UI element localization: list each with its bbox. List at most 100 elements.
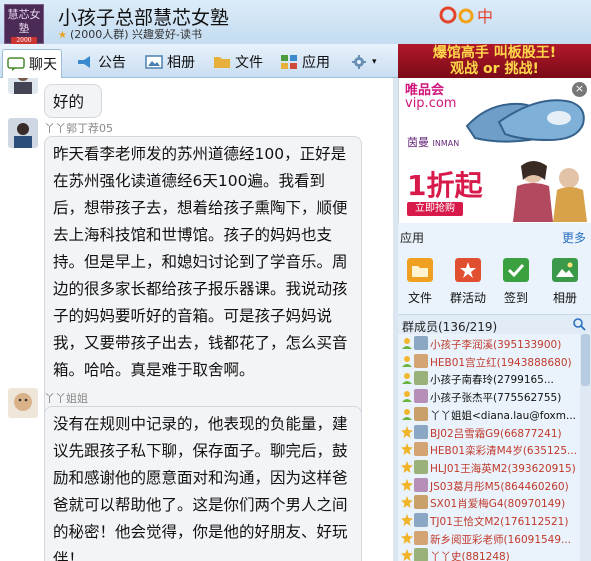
- admin-icon: [401, 355, 413, 367]
- group-avatar[interactable]: 慧芯女塾 2000: [4, 4, 44, 44]
- apps-title: 应用: [400, 231, 425, 245]
- vip-logo: 唯品会 vip.com: [405, 84, 456, 110]
- member-row[interactable]: 小孩子张杰平(775562755): [398, 388, 578, 405]
- qq-logo-icon: 中: [439, 6, 493, 26]
- member-row[interactable]: BJ02吕雪霜G9(66877241): [398, 424, 578, 441]
- member-name: 小孩子南春玲(2799165...: [430, 374, 554, 387]
- group-info: (2000人群) 兴趣爱好-读书: [69, 28, 203, 41]
- member-row[interactable]: 丫丫史(881248): [398, 547, 578, 561]
- avatar[interactable]: [8, 118, 38, 148]
- members-scrollbar[interactable]: [580, 334, 591, 561]
- tab-announcement[interactable]: 公告: [76, 50, 126, 74]
- event-app-icon: [455, 258, 481, 282]
- member-name: BJ02吕雪霜G9(66877241): [430, 427, 562, 440]
- star-icon: [401, 549, 413, 561]
- message-sender[interactable]: 丫丫郭丁荐05: [44, 120, 113, 136]
- tab-apps-label: 应用: [302, 55, 330, 71]
- top-ad-banner[interactable]: 爆馆高手 叫板股王! 观战 or 挑战!: [398, 44, 591, 78]
- group-avatar-text: 慧芯女塾: [7, 8, 41, 35]
- app-events-label: 群活动: [449, 291, 486, 305]
- star-icon: ★: [58, 30, 67, 41]
- member-avatar: [414, 477, 428, 492]
- member-avatar: [414, 336, 428, 350]
- admin-icon: [401, 408, 413, 420]
- member-name: 小孩子李润溪(395133900): [430, 339, 562, 351]
- app-album[interactable]: 相册: [540, 258, 590, 306]
- star-icon: [401, 531, 413, 544]
- members-header: 群成员(136/219): [398, 314, 591, 334]
- album-icon: [145, 55, 163, 69]
- tab-chat[interactable]: 聊天: [2, 49, 62, 78]
- member-avatar: [414, 406, 428, 421]
- tab-album[interactable]: 相册: [145, 50, 195, 74]
- folder-app-icon: [407, 258, 433, 282]
- member-avatar: [414, 495, 428, 510]
- member-avatar: [414, 530, 428, 545]
- tab-files[interactable]: 文件: [213, 50, 263, 74]
- shop-name-en: INMAN: [432, 139, 460, 148]
- settings-menu-button[interactable]: ▾: [350, 50, 377, 74]
- member-row[interactable]: SX01肖爱梅G4(80970149): [398, 494, 578, 511]
- star-icon: [401, 460, 413, 473]
- app-files-label: 文件: [407, 291, 432, 305]
- group-header: 慧芯女塾 2000 小孩子总部慧芯女塾 ★ (2000人群) 兴趣爱好-读书 中: [0, 0, 591, 44]
- admin-icon: [401, 372, 413, 385]
- member-row[interactable]: 小孩子李润溪(395133900): [398, 335, 578, 352]
- member-row[interactable]: HLJ01王海英M2(393620915): [398, 459, 578, 476]
- avatar[interactable]: [8, 78, 38, 94]
- member-row[interactable]: 小孩子南春玲(2799165...: [398, 370, 578, 387]
- member-row[interactable]: TJ01王恰文M2(176112521): [398, 512, 578, 529]
- member-avatar: [414, 389, 428, 404]
- member-row[interactable]: 丫丫姐姐<diana.lau@foxm...: [398, 406, 578, 423]
- member-row[interactable]: JS03葛月彤M5(864460260): [398, 477, 578, 494]
- member-row[interactable]: HEB01栾彩清M4岁(635125...: [398, 441, 578, 458]
- search-icon[interactable]: [572, 317, 586, 331]
- star-icon: [401, 478, 413, 491]
- member-avatar: [414, 424, 428, 439]
- announcement-icon: [78, 56, 90, 68]
- member-name: 新乡阅亚彩老师(16091549...: [430, 533, 572, 546]
- message-sender[interactable]: 丫丫姐姐: [44, 390, 88, 406]
- star-icon: [401, 496, 413, 509]
- star-icon: [401, 425, 413, 438]
- member-name: TJ01王恰文M2(176112521): [430, 516, 569, 528]
- app-album-label: 相册: [552, 291, 577, 305]
- member-row[interactable]: 新乡阅亚彩老师(16091549...: [398, 530, 578, 547]
- app-files[interactable]: 文件: [395, 258, 445, 306]
- message-bubble: 好的: [44, 84, 102, 118]
- member-name: HEB01栾彩清M4岁(635125...: [430, 445, 578, 458]
- member-name: 丫丫姐姐<diana.lau@foxm...: [430, 409, 577, 422]
- app-checkin[interactable]: 签到: [491, 258, 541, 306]
- member-name: HEB01宫立红(1943888680): [430, 356, 572, 369]
- tab-files-label: 文件: [235, 55, 263, 71]
- tab-announcement-label: 公告: [98, 55, 126, 71]
- member-row[interactable]: HEB01宫立红(1943888680): [398, 353, 578, 370]
- member-name: SX01肖爱梅G4(80970149): [430, 498, 566, 511]
- member-name: 丫丫史(881248): [430, 551, 510, 561]
- chat-area[interactable]: 好的 丫丫郭丁荐05 昨天看李老师发的苏州道德经100，正好是在苏州强化读道德经…: [0, 78, 393, 561]
- top-ad-line2: 观战 or 挑战!: [450, 61, 539, 77]
- chat-icon: [7, 57, 25, 71]
- app-events[interactable]: 群活动: [443, 258, 493, 306]
- shop-brand: 茵曼 INMAN: [407, 134, 459, 150]
- apps-more-link[interactable]: 更多: [562, 229, 586, 246]
- checkin-app-icon: [503, 258, 529, 282]
- message-text: 没有在规则中记录的，他表现的负能量，建议先跟孩子私下聊，保存面子。聊完后，鼓励和…: [53, 415, 348, 561]
- members-count: 群成员(136/219): [402, 320, 498, 334]
- members-scrollbar-thumb[interactable]: [581, 334, 590, 386]
- tab-album-label: 相册: [167, 55, 195, 71]
- group-avatar-tag: 2000: [11, 37, 37, 44]
- message-bubble: 没有在规则中记录的，他表现的负能量，建议先跟孩子私下聊，保存面子。聊完后，鼓励和…: [44, 406, 362, 561]
- tab-apps[interactable]: 应用: [280, 50, 330, 74]
- app-checkin-label: 签到: [503, 291, 528, 305]
- member-avatar: [414, 442, 428, 457]
- side-ad[interactable]: 唯品会 vip.com × 茵曼 INMAN 1折起 立即抢购: [398, 78, 591, 223]
- avatar[interactable]: [8, 388, 38, 418]
- buy-now-button[interactable]: 立即抢购: [407, 202, 463, 216]
- member-name: HLJ01王海英M2(393620915): [430, 462, 576, 475]
- shoe-image: [465, 99, 585, 143]
- member-avatar: [414, 459, 428, 474]
- gear-icon: [352, 55, 366, 69]
- admin-icon: [401, 390, 413, 403]
- apps-icon: [281, 55, 297, 69]
